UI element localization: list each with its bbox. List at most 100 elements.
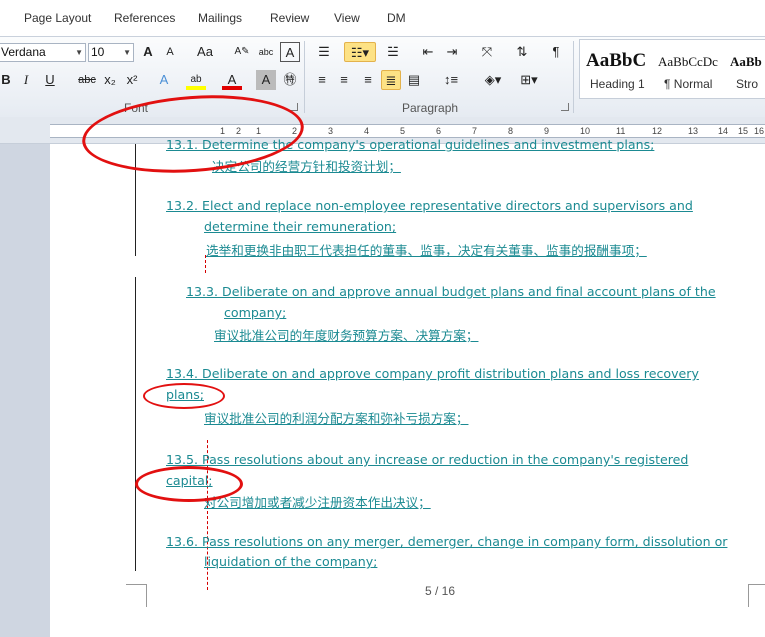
page-corner-mark bbox=[126, 584, 147, 607]
page-number: 5 / 16 bbox=[425, 584, 456, 598]
clause-13-6-en-cont: liquidation of the company; bbox=[204, 554, 378, 569]
borders-icon: ⊞▾ bbox=[520, 72, 538, 87]
clause-13-4-en: 13.4. Deliberate on and approve company … bbox=[166, 366, 699, 381]
tab-references[interactable]: References bbox=[114, 11, 175, 25]
paragraph-group-label: Paragraph bbox=[402, 101, 459, 115]
ruler-label: 3 bbox=[328, 126, 334, 136]
ruler-label: 12 bbox=[652, 126, 663, 136]
align-center-icon: ≡ bbox=[340, 72, 348, 87]
text-effects-icon: A bbox=[159, 72, 169, 87]
grow-font-icon: A bbox=[143, 44, 153, 59]
bullets-button[interactable]: ☰ bbox=[312, 42, 336, 62]
ruler-label: 6 bbox=[436, 126, 442, 136]
shading-button[interactable]: ◈▾ bbox=[478, 70, 508, 90]
character-shading-icon: A bbox=[261, 72, 271, 87]
clause-13-3-en: 13.3. Deliberate on and approve annual b… bbox=[186, 284, 716, 299]
bold-button[interactable]: B bbox=[0, 70, 16, 90]
ruler-label: 13 bbox=[688, 126, 699, 136]
enclose-characters-icon: ㊕ bbox=[283, 72, 297, 87]
style-heading-1[interactable]: AaBbC Heading 1 bbox=[580, 40, 650, 96]
distributed-icon: ▤ bbox=[407, 72, 421, 87]
italic-button[interactable]: I bbox=[16, 70, 36, 90]
increase-indent-button[interactable]: ⇥ bbox=[442, 42, 462, 62]
change-case-button[interactable]: Aa bbox=[192, 42, 218, 62]
asian-layout-button[interactable]: ⤧ bbox=[474, 42, 500, 62]
align-right-icon: ≡ bbox=[364, 72, 372, 87]
ruler-label: 7 bbox=[472, 126, 478, 136]
sort-icon: ⇅ bbox=[516, 44, 528, 59]
style-strong[interactable]: AaBb Stro bbox=[726, 40, 765, 96]
tab-view[interactable]: View bbox=[334, 11, 360, 25]
increase-indent-icon: ⇥ bbox=[446, 44, 458, 59]
group-separator bbox=[573, 41, 574, 113]
borders-button[interactable]: ⊞▾ bbox=[514, 70, 544, 90]
align-center-button[interactable]: ≡ bbox=[334, 70, 354, 90]
character-shading-button[interactable]: A bbox=[256, 70, 276, 90]
tab-review[interactable]: Review bbox=[270, 11, 309, 25]
font-size-value: 10 bbox=[91, 45, 105, 59]
enclose-characters-button[interactable]: ㊕ bbox=[280, 70, 300, 90]
superscript-icon: x² bbox=[126, 72, 138, 87]
character-border-button[interactable]: A bbox=[280, 42, 300, 62]
clause-13-2-cn: 选举和更换非由职工代表担任的董事、监事，决定有关董事、监事的报酬事项； bbox=[206, 243, 647, 258]
strikethrough-button[interactable]: abc bbox=[76, 70, 98, 90]
shrink-font-button[interactable]: A bbox=[160, 42, 180, 62]
sort-button[interactable]: ⇅ bbox=[512, 42, 532, 62]
distributed-button[interactable]: ▤ bbox=[404, 70, 424, 90]
grow-font-button[interactable]: A bbox=[138, 42, 158, 62]
italic-icon: I bbox=[23, 72, 29, 87]
numbering-button[interactable]: ☷▾ bbox=[344, 42, 376, 62]
ribbon-home: Verdana ▼ 10 ▼ A A Aa A✎ abc A B I U abc x… bbox=[0, 36, 765, 118]
phonetic-guide-button[interactable]: abc bbox=[256, 42, 276, 62]
line-spacing-button[interactable]: ↕≡ bbox=[438, 70, 464, 90]
underline-button[interactable]: U bbox=[40, 70, 60, 90]
ruler-label: 4 bbox=[364, 126, 370, 136]
style-sample: AaBbC bbox=[586, 50, 647, 71]
style-sample: AaBbCcDc bbox=[658, 54, 718, 69]
bold-icon: B bbox=[1, 72, 11, 87]
annotation-circle-plans bbox=[143, 383, 225, 409]
clause-13-3-cn: 审议批准公司的年度财务预算方案、决算方案； bbox=[214, 328, 479, 343]
align-left-icon: ≡ bbox=[318, 72, 326, 87]
font-name-select[interactable]: Verdana ▼ bbox=[0, 43, 86, 62]
shrink-font-icon: A bbox=[166, 46, 174, 58]
show-formatting-button[interactable]: ¶ bbox=[546, 42, 566, 62]
font-color-button[interactable]: A bbox=[222, 70, 242, 90]
line-spacing-icon: ↕≡ bbox=[443, 72, 459, 87]
clause-13-6-en: 13.6. Pass resolutions on any merger, de… bbox=[166, 534, 728, 549]
character-border-icon: A bbox=[285, 45, 295, 60]
tab-dm[interactable]: DM bbox=[387, 11, 406, 25]
align-left-button[interactable]: ≡ bbox=[312, 70, 332, 90]
group-separator bbox=[304, 41, 305, 113]
clause-13-3-en-cont: company; bbox=[224, 305, 287, 320]
strikethrough-icon: abc bbox=[78, 74, 96, 86]
tab-page-layout[interactable]: Page Layout bbox=[24, 11, 91, 25]
clause-13-2-en: 13.2. Elect and replace non-employee rep… bbox=[166, 198, 693, 213]
ruler-label: 11 bbox=[616, 126, 626, 136]
ruler-label: 8 bbox=[508, 126, 514, 136]
paragraph-dialog-launcher-icon[interactable] bbox=[561, 103, 569, 111]
text-effects-button[interactable]: A bbox=[154, 70, 174, 90]
ruler-label: 16 bbox=[754, 126, 765, 136]
style-normal[interactable]: AaBbCcDc ¶ Normal bbox=[652, 40, 724, 96]
chevron-down-icon: ▼ bbox=[123, 48, 131, 57]
tab-mailings[interactable]: Mailings bbox=[198, 11, 242, 25]
change-bar bbox=[135, 277, 136, 571]
clause-13-4-cn: 审议批准公司的利润分配方案和弥补亏损方案； bbox=[204, 411, 469, 426]
justify-button[interactable]: ≣ bbox=[381, 70, 401, 90]
highlight-button[interactable]: ab bbox=[186, 70, 206, 90]
ruler-label: 14 bbox=[718, 126, 729, 136]
superscript-button[interactable]: x² bbox=[122, 70, 142, 90]
decrease-indent-button[interactable]: ⇤ bbox=[418, 42, 438, 62]
subscript-button[interactable]: x₂ bbox=[100, 70, 120, 90]
align-right-button[interactable]: ≡ bbox=[358, 70, 378, 90]
font-size-select[interactable]: 10 ▼ bbox=[88, 43, 134, 62]
phonetic-guide-icon: abc bbox=[258, 47, 274, 57]
multilevel-list-button[interactable]: ☱ bbox=[380, 42, 406, 62]
underline-icon: U bbox=[45, 72, 55, 87]
ruler-label: 15 bbox=[738, 126, 749, 136]
ruler-label: 10 bbox=[580, 126, 591, 136]
multilevel-list-icon: ☱ bbox=[387, 44, 399, 59]
style-name: Heading 1 bbox=[590, 77, 645, 91]
clear-formatting-button[interactable]: A✎ bbox=[232, 42, 252, 62]
